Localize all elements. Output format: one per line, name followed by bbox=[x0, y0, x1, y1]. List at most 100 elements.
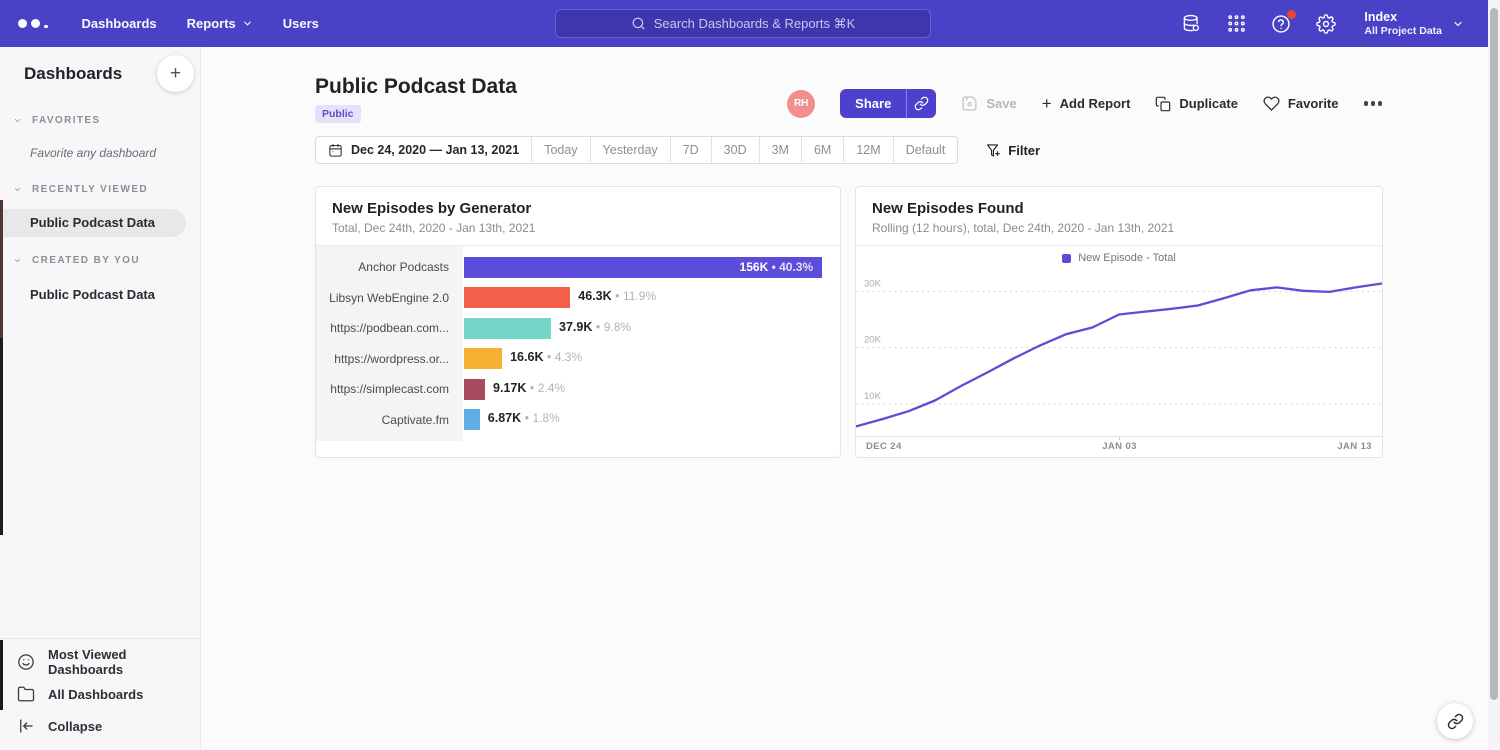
bar-category-label: Captivate.fm bbox=[316, 413, 463, 427]
line-chart-card: New Episodes Found Rolling (12 hours), t… bbox=[855, 186, 1383, 458]
date-preset-button[interactable]: Default bbox=[893, 137, 958, 163]
bar-chart-card: New Episodes by Generator Total, Dec 24t… bbox=[315, 186, 841, 458]
date-preset-button[interactable]: 12M bbox=[843, 137, 892, 163]
duplicate-icon bbox=[1155, 96, 1171, 112]
date-preset-button[interactable]: 7D bbox=[670, 137, 711, 163]
notification-badge bbox=[1287, 10, 1296, 19]
sidebar-footer: Most Viewed Dashboards All Dashboards Co… bbox=[0, 638, 200, 750]
collapse-sidebar-button[interactable]: Collapse bbox=[0, 710, 200, 742]
scrollbar-track[interactable] bbox=[1488, 0, 1500, 750]
copy-link-button[interactable] bbox=[1437, 703, 1473, 739]
global-search-input[interactable]: Search Dashboards & Reports ⌘K bbox=[555, 9, 931, 38]
bar[interactable] bbox=[464, 318, 551, 339]
x-tick-label: JAN 03 bbox=[1102, 441, 1137, 454]
sidebar-item-public-podcast-data[interactable]: Public Podcast Data bbox=[0, 281, 186, 309]
legend-label: New Episode - Total bbox=[1078, 252, 1176, 264]
nav-item-users[interactable]: Users bbox=[283, 16, 319, 31]
date-preset-button[interactable]: 30D bbox=[711, 137, 759, 163]
add-dashboard-button[interactable]: + bbox=[157, 55, 194, 92]
date-preset-button[interactable]: 6M bbox=[801, 137, 843, 163]
chevron-down-icon bbox=[242, 18, 253, 29]
favorite-button[interactable]: Favorite bbox=[1263, 95, 1339, 112]
save-button[interactable]: Save bbox=[961, 95, 1016, 112]
section-favorites[interactable]: FAVORITES bbox=[13, 115, 101, 126]
svg-text:30K: 30K bbox=[864, 278, 882, 289]
bar-row: Captivate.fm6.87K • 1.8% bbox=[316, 405, 840, 436]
bar-category-label: Anchor Podcasts bbox=[316, 260, 463, 274]
link-icon bbox=[1447, 713, 1464, 730]
save-icon bbox=[961, 95, 978, 112]
svg-text:10K: 10K bbox=[864, 391, 882, 402]
bar[interactable] bbox=[464, 409, 480, 430]
line-series[interactable] bbox=[856, 284, 1382, 427]
bar-value-label: 156K • 40.3% bbox=[740, 260, 823, 274]
bar[interactable] bbox=[464, 287, 570, 308]
avatar[interactable]: RH bbox=[787, 90, 815, 118]
data-connections-icon[interactable] bbox=[1180, 13, 1202, 35]
share-button[interactable]: Share bbox=[840, 89, 936, 118]
section-recently-viewed[interactable]: RECENTLY VIEWED bbox=[13, 184, 148, 195]
nav-right-cluster: Index All Project Data bbox=[1180, 0, 1464, 47]
line-chart: 10K 20K 30K bbox=[856, 270, 1382, 436]
more-options-button[interactable] bbox=[1364, 97, 1383, 110]
bar-value-label: 16.6K • 4.3% bbox=[510, 350, 582, 364]
heart-icon bbox=[1263, 95, 1280, 112]
date-preset-button[interactable]: 3M bbox=[759, 137, 801, 163]
bar-chart: Anchor Podcasts 156K • 40.3% Libsyn WebEng… bbox=[316, 246, 840, 441]
date-preset-button[interactable]: Yesterday bbox=[590, 137, 670, 163]
legend-swatch bbox=[1062, 254, 1071, 263]
bar-category-label: https://wordpress.or... bbox=[316, 352, 463, 366]
date-range-button[interactable]: Dec 24, 2020 — Jan 13, 2021 bbox=[316, 137, 531, 163]
axis-tick bbox=[1119, 437, 1120, 440]
bar[interactable] bbox=[464, 379, 485, 400]
chart-title: New Episodes Found bbox=[872, 200, 1366, 217]
x-tick-label: JAN 13 bbox=[1337, 441, 1372, 454]
bar-category-label: https://podbean.com... bbox=[316, 321, 463, 335]
date-preset-button[interactable]: Today bbox=[531, 137, 589, 163]
collapse-icon bbox=[17, 717, 35, 735]
bar-value-label: 37.9K • 9.8% bbox=[559, 320, 631, 334]
bar-value-label: 46.3K • 11.9% bbox=[578, 289, 656, 303]
favorites-empty-text: Favorite any dashboard bbox=[30, 146, 156, 160]
calendar-icon bbox=[328, 143, 343, 158]
search-icon bbox=[631, 16, 646, 31]
workspace-subtitle: All Project Data bbox=[1364, 25, 1442, 37]
duplicate-button[interactable]: Duplicate bbox=[1155, 96, 1238, 112]
filter-icon bbox=[985, 143, 1000, 158]
date-toolbar: Dec 24, 2020 — Jan 13, 2021 TodayYesterd… bbox=[315, 136, 1040, 164]
add-report-button[interactable]: + Add Report bbox=[1042, 95, 1131, 112]
bar[interactable]: 156K • 40.3% bbox=[464, 257, 822, 278]
sidebar-item-public-podcast-data[interactable]: Public Podcast Data bbox=[0, 209, 186, 237]
bar-row: https://simplecast.com9.17K • 2.4% bbox=[316, 374, 840, 405]
scrollbar-thumb[interactable] bbox=[1490, 8, 1498, 700]
top-nav: Dashboards Reports Users Search Dashboar… bbox=[0, 0, 1488, 47]
nav-item-dashboards[interactable]: Dashboards bbox=[82, 16, 157, 31]
settings-icon[interactable] bbox=[1315, 13, 1337, 35]
plus-icon: + bbox=[1042, 95, 1052, 112]
date-range-control: Dec 24, 2020 — Jan 13, 2021 TodayYesterd… bbox=[315, 136, 958, 164]
help-icon[interactable] bbox=[1270, 13, 1292, 35]
chart-subtitle: Total, Dec 24th, 2020 - Jan 13th, 2021 bbox=[332, 221, 824, 235]
workspace-switcher[interactable]: Index All Project Data bbox=[1364, 10, 1464, 37]
apps-grid-icon[interactable] bbox=[1225, 13, 1247, 35]
chevron-down-icon bbox=[13, 116, 22, 125]
visibility-badge: Public bbox=[315, 105, 361, 123]
folder-icon bbox=[17, 685, 35, 703]
mode-logo[interactable] bbox=[18, 19, 48, 29]
section-created-by-you[interactable]: CREATED BY YOU bbox=[13, 255, 140, 266]
nav-item-reports[interactable]: Reports bbox=[187, 16, 253, 31]
filter-button[interactable]: Filter bbox=[985, 143, 1040, 158]
svg-text:20K: 20K bbox=[864, 335, 882, 346]
bar-category-label: https://simplecast.com bbox=[316, 382, 463, 396]
all-dashboards-button[interactable]: All Dashboards bbox=[0, 678, 200, 710]
desktop-bleed bbox=[0, 640, 3, 710]
share-link-icon[interactable] bbox=[906, 89, 936, 118]
x-tick-label: DEC 24 bbox=[866, 441, 902, 454]
bar-category-label: Libsyn WebEngine 2.0 bbox=[316, 291, 463, 305]
report-cards: New Episodes by Generator Total, Dec 24t… bbox=[315, 186, 1383, 458]
most-viewed-dashboards-button[interactable]: Most Viewed Dashboards bbox=[0, 646, 200, 678]
sidebar: Dashboards + FAVORITES Favorite any dash… bbox=[0, 47, 201, 750]
smiley-icon bbox=[17, 653, 35, 671]
desktop-bleed bbox=[0, 200, 3, 338]
bar[interactable] bbox=[464, 348, 502, 369]
